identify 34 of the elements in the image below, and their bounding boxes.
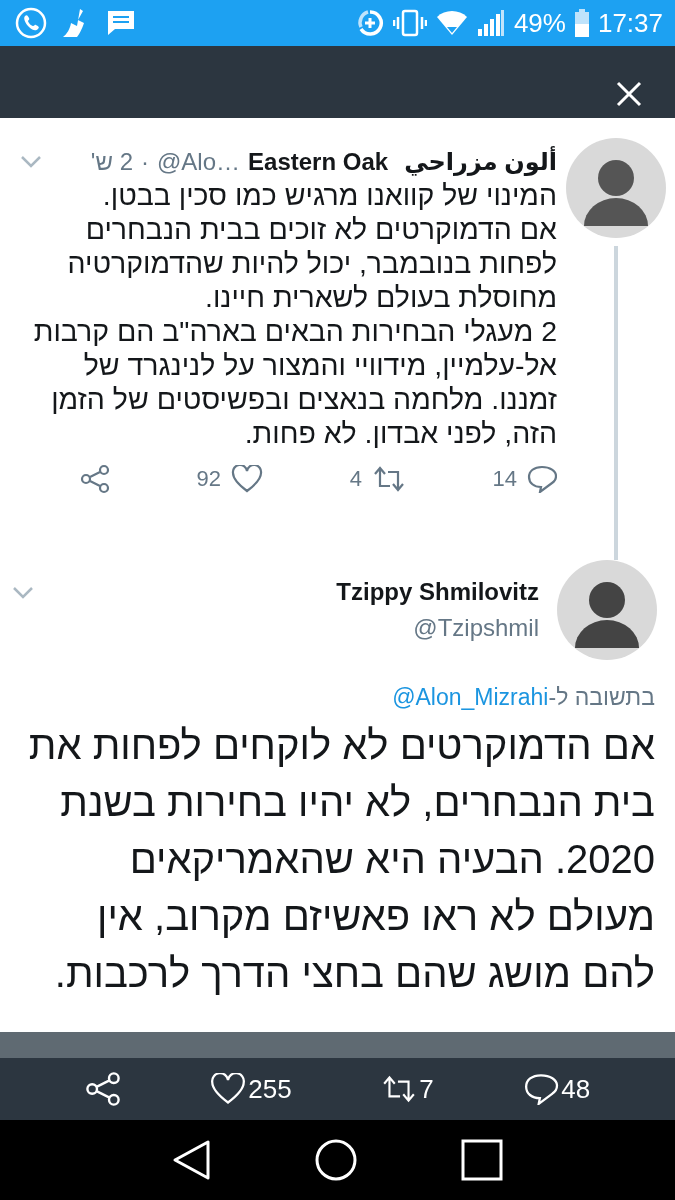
home-icon[interactable] — [315, 1139, 358, 1181]
tweet-time: 2 ש' — [90, 148, 133, 176]
message-icon — [106, 8, 136, 38]
retweet-count: 4 — [349, 466, 362, 492]
separator-dot: · — [141, 148, 149, 176]
data-saver-icon — [355, 9, 384, 37]
author-handle: @Alo… — [157, 148, 241, 176]
share-icon[interactable] — [84, 1071, 121, 1107]
author-name: Eastern Oak — [248, 148, 389, 176]
tweet-text: אם הדמוקרטים לא לוקחים לפחות את בית הנבחרים, לא יהיו בחירות בשנת 2020. הבעיה היא שהאמריקאים מעולם לא ראו פאשיזם מקרוב, אין להם מושג שהם בחצי הדרך לרכבות. — [27, 722, 655, 997]
avatar[interactable] — [557, 560, 657, 660]
phone-icon — [14, 6, 48, 40]
recents-icon[interactable] — [461, 1139, 504, 1181]
vibrate-icon — [392, 9, 427, 37]
back-icon[interactable] — [171, 1139, 212, 1181]
mention-link[interactable]: @Alon_Mizrahi — [392, 684, 549, 710]
like-count: 255 — [248, 1073, 292, 1105]
tweet-text: המינוי של קוואנו מרגיש כמו סכין בבטן. אם הדמוקרטים לא זוכים בבית הנבחרים לפחות בנובמבר, יכול להיות שהדמוקרטיה מחוסלת בעולם לשארית חיינו. 2 מעגלי הבחירות הבאים בארה"ב הם קרבות אל-עלמיין, מידוויי והמצור על לנינגרד של זמננו. מלחמה בנאצים ובפשיסטים של הזמן הזה, לפני אבדון. לא פחות. — [32, 178, 557, 450]
avatar[interactable] — [566, 138, 666, 238]
close-icon[interactable] — [615, 80, 643, 108]
author-name: Tzippy Shmilovitz — [336, 578, 539, 606]
reply-label: בתשובה ל- — [548, 684, 655, 710]
signal-icon — [476, 9, 505, 37]
retweet-count: 7 — [419, 1073, 434, 1105]
clock: 17:37 — [597, 7, 663, 39]
reply-count: 14 — [492, 466, 517, 492]
author-name: ألون مزراحي — [404, 148, 557, 176]
like-count: 92 — [196, 466, 222, 492]
author-handle: @Tzipshmil — [413, 614, 539, 642]
battery-percent: 49% — [513, 7, 566, 39]
wifi-icon — [435, 10, 468, 36]
reply-count: 48 — [561, 1073, 591, 1105]
reply-icon[interactable] — [523, 1073, 560, 1105]
battery-icon — [574, 9, 589, 37]
